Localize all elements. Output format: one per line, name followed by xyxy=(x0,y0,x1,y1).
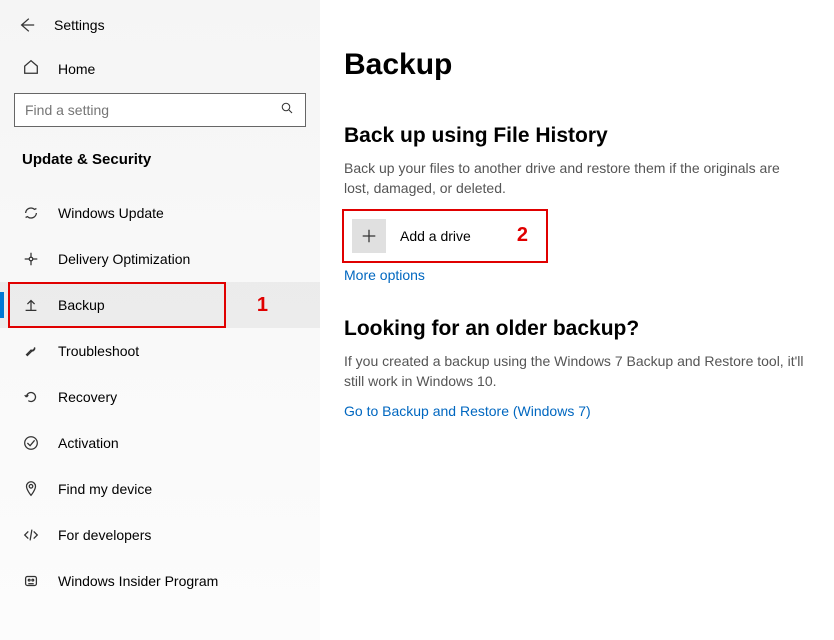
annotation-number-1: 1 xyxy=(257,294,268,317)
home-label: Home xyxy=(58,61,95,77)
older-backup-description: If you created a backup using the Window… xyxy=(344,351,804,392)
sidebar-item-delivery-optimization[interactable]: Delivery Optimization xyxy=(0,236,320,282)
home-icon xyxy=(22,58,40,79)
file-history-description: Back up your files to another drive and … xyxy=(344,158,804,199)
sidebar-item-label: Find my device xyxy=(58,481,152,497)
main-content: Backup Back up using File History Back u… xyxy=(320,0,834,640)
sidebar-item-label: Troubleshoot xyxy=(58,343,139,359)
sidebar-item-activation[interactable]: Activation xyxy=(0,420,320,466)
search-icon xyxy=(280,101,295,119)
sidebar-nav: Windows Update Delivery Optimization Bac… xyxy=(0,190,320,604)
more-options-link[interactable]: More options xyxy=(344,267,425,283)
location-icon xyxy=(22,480,40,498)
sidebar-item-windows-insider[interactable]: Windows Insider Program xyxy=(0,558,320,604)
delivery-icon xyxy=(22,250,40,268)
developers-icon xyxy=(22,526,40,544)
older-backup-heading: Looking for an older backup? xyxy=(344,317,810,341)
app-title: Settings xyxy=(54,17,105,33)
backup-restore-win7-link[interactable]: Go to Backup and Restore (Windows 7) xyxy=(344,403,591,419)
annotation-number-2: 2 xyxy=(517,224,528,247)
sidebar-item-label: Windows Insider Program xyxy=(58,573,218,589)
sync-icon xyxy=(22,204,40,222)
annotation-box-1 xyxy=(8,282,226,328)
sidebar-item-label: Activation xyxy=(58,435,119,451)
page-title: Backup xyxy=(344,48,810,82)
sidebar-item-find-my-device[interactable]: Find my device xyxy=(0,466,320,512)
recovery-icon xyxy=(22,388,40,406)
sidebar-item-recovery[interactable]: Recovery xyxy=(0,374,320,420)
insider-icon xyxy=(22,572,40,590)
back-icon[interactable] xyxy=(18,16,36,34)
sidebar: Settings Home Update & Security xyxy=(0,0,320,640)
file-history-heading: Back up using File History xyxy=(344,124,810,148)
sidebar-item-home[interactable]: Home xyxy=(14,48,306,89)
sidebar-item-troubleshoot[interactable]: Troubleshoot xyxy=(0,328,320,374)
search-field[interactable] xyxy=(25,102,280,118)
plus-icon xyxy=(352,219,386,253)
check-icon xyxy=(22,434,40,452)
sidebar-item-label: Backup xyxy=(58,297,105,313)
sidebar-item-for-developers[interactable]: For developers xyxy=(0,512,320,558)
search-input[interactable] xyxy=(14,93,306,127)
backup-icon xyxy=(22,296,40,314)
add-drive-button[interactable]: Add a drive 2 xyxy=(344,211,546,261)
add-drive-label: Add a drive xyxy=(400,228,471,244)
sidebar-item-label: For developers xyxy=(58,527,151,543)
sidebar-item-label: Recovery xyxy=(58,389,117,405)
sidebar-item-label: Delivery Optimization xyxy=(58,251,190,267)
sidebar-item-backup[interactable]: Backup 1 xyxy=(0,282,320,328)
sidebar-item-windows-update[interactable]: Windows Update xyxy=(0,190,320,236)
section-title: Update & Security xyxy=(14,145,306,190)
wrench-icon xyxy=(22,342,40,360)
sidebar-item-label: Windows Update xyxy=(58,205,164,221)
